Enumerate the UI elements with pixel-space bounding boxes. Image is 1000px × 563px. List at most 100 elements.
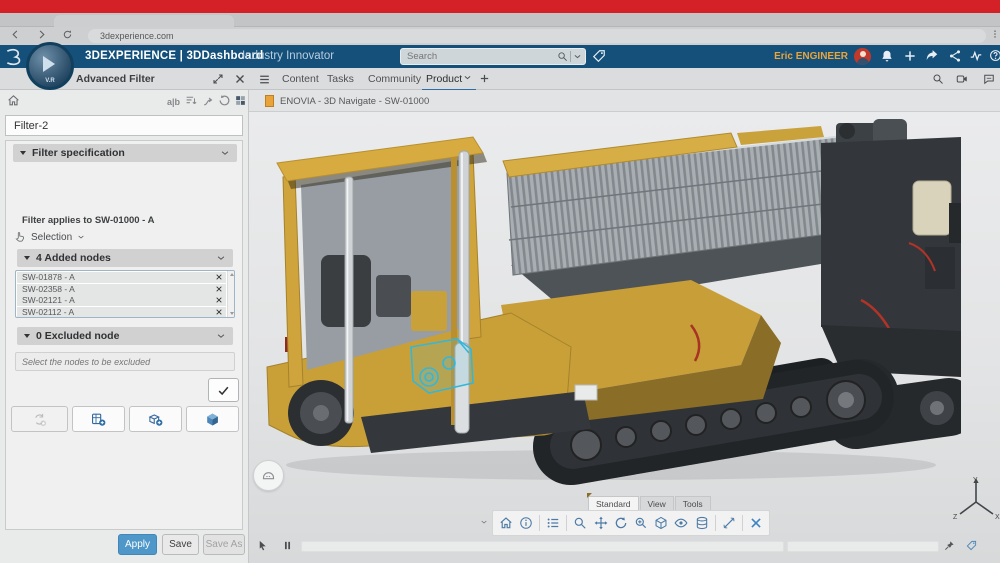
- add-3d-volume-button[interactable]: [186, 406, 239, 432]
- share-icon[interactable]: [925, 49, 939, 63]
- list-scrollbar[interactable]: [227, 271, 234, 317]
- filter-specification-header[interactable]: Filter specification: [13, 144, 237, 162]
- activity-icon[interactable]: [969, 49, 983, 63]
- share-network-icon[interactable]: [948, 49, 962, 63]
- home-view-icon[interactable]: [497, 513, 515, 534]
- browser-menu-icon[interactable]: [990, 29, 1000, 39]
- add-content-icon[interactable]: [903, 49, 917, 63]
- user-name[interactable]: Eric ENGINEER: [772, 51, 848, 62]
- viewer-title-bar[interactable]: ENOVIA - 3D Navigate - SW-01000: [249, 90, 1000, 112]
- validate-button[interactable]: [208, 378, 239, 402]
- node-label: SW-02121 - A: [22, 295, 75, 305]
- added-nodes-list[interactable]: SW-01878 - A SW-02358 - A SW-02121 - A S…: [15, 270, 235, 318]
- help-icon[interactable]: [989, 49, 1000, 62]
- highlighted-part[interactable]: [411, 339, 473, 393]
- assistant-button[interactable]: [253, 460, 284, 491]
- search-chevron-icon[interactable]: [573, 52, 582, 61]
- browser-tab-strip[interactable]: [0, 13, 1000, 27]
- url-field[interactable]: 3dexperience.com: [88, 29, 986, 43]
- machine-3d-model[interactable]: [261, 115, 961, 495]
- toolbar-tab-standard[interactable]: Standard: [588, 496, 639, 511]
- tab-product[interactable]: Product: [426, 73, 462, 85]
- exit-tool-icon[interactable]: [747, 513, 765, 534]
- remove-node-icon[interactable]: [215, 308, 223, 316]
- filter-body: Filter specification Filter applies to S…: [5, 140, 243, 530]
- toolbar-collapse-icon[interactable]: [480, 518, 488, 526]
- info-icon[interactable]: [517, 513, 535, 534]
- select-cursor-icon[interactable]: [257, 540, 268, 551]
- section-chevron-icon[interactable]: [220, 148, 230, 158]
- tab-community[interactable]: Community: [368, 73, 421, 85]
- added-nodes-header[interactable]: 4 Added nodes: [17, 249, 233, 267]
- page-search-icon[interactable]: [932, 73, 944, 85]
- search-icon[interactable]: [557, 51, 568, 62]
- link-icon[interactable]: [202, 94, 215, 107]
- notifications-icon[interactable]: [880, 49, 894, 63]
- node-row[interactable]: SW-02112 - A: [17, 307, 226, 318]
- tab-content[interactable]: Content: [282, 73, 319, 85]
- axis-triad: Y X Z: [952, 474, 1000, 530]
- global-search[interactable]: [400, 48, 586, 65]
- status-strip-right: [787, 541, 939, 552]
- widget-expand-icon[interactable]: [212, 73, 224, 85]
- section-chevron-icon[interactable]: [216, 253, 226, 263]
- selection-chevron-icon[interactable]: [77, 233, 85, 241]
- 3dexperience-compass[interactable]: V.R: [26, 42, 74, 90]
- add-tab-icon[interactable]: [479, 73, 490, 84]
- home-icon[interactable]: [7, 94, 20, 107]
- media-icon[interactable]: [956, 73, 968, 85]
- model-tree-icon[interactable]: [544, 513, 562, 534]
- pan-icon[interactable]: [592, 513, 610, 534]
- apply-button[interactable]: Apply: [118, 534, 157, 555]
- rename-icon[interactable]: a|b: [167, 97, 180, 107]
- remove-node-icon[interactable]: [215, 296, 223, 304]
- sort-filter-icon[interactable]: [185, 94, 198, 107]
- brand-title: 3DEXPERIENCE | 3DDashboard: [85, 50, 263, 62]
- viewer-toolbar: [492, 510, 770, 536]
- widget-close-icon[interactable]: [234, 73, 246, 85]
- toolbar-tab-tools[interactable]: Tools: [675, 496, 711, 511]
- section-chevron-icon[interactable]: [216, 331, 226, 341]
- tab-tasks[interactable]: Tasks: [327, 73, 354, 85]
- browser-reload-icon[interactable]: [62, 29, 73, 40]
- excluded-nodes-input[interactable]: [15, 352, 235, 371]
- visibility-swap-icon[interactable]: [672, 513, 690, 534]
- compass-play-icon[interactable]: [43, 56, 55, 72]
- zoom-icon[interactable]: [571, 513, 589, 534]
- tag-tool-icon[interactable]: [966, 540, 977, 551]
- node-row[interactable]: SW-02358 - A: [17, 284, 226, 295]
- browser-back-icon[interactable]: [10, 29, 21, 40]
- browser-forward-icon[interactable]: [36, 29, 47, 40]
- measure-icon[interactable]: [720, 513, 738, 534]
- zoom-area-icon[interactable]: [632, 513, 650, 534]
- grid-view-icon[interactable]: [234, 94, 247, 107]
- user-avatar[interactable]: [854, 48, 871, 65]
- pause-icon[interactable]: [282, 540, 293, 551]
- excluded-nodes-header[interactable]: 0 Excluded node: [17, 327, 233, 345]
- iso-view-cube-icon[interactable]: [652, 513, 670, 534]
- selection-dropdown[interactable]: Selection: [14, 231, 85, 243]
- save-button[interactable]: Save: [162, 534, 199, 555]
- browser-tab[interactable]: [54, 15, 234, 27]
- reset-icon[interactable]: [218, 94, 231, 107]
- toolbar-tab-view[interactable]: View: [640, 496, 674, 511]
- remove-node-icon[interactable]: [215, 273, 223, 281]
- node-row[interactable]: SW-02121 - A: [17, 295, 226, 306]
- 3d-viewport[interactable]: Standard View Tools: [249, 112, 1000, 563]
- tab-chevron-icon[interactable]: [463, 73, 472, 82]
- remove-node-icon[interactable]: [215, 285, 223, 293]
- dashboard-menu-icon[interactable]: [258, 73, 271, 86]
- rotate-icon[interactable]: [612, 513, 630, 534]
- data-source-icon[interactable]: [693, 513, 711, 534]
- filter-name-field[interactable]: [5, 115, 243, 136]
- pin-icon[interactable]: [944, 540, 955, 551]
- comments-icon[interactable]: [983, 73, 995, 85]
- add-related-button[interactable]: [11, 406, 68, 432]
- add-from-box-button[interactable]: [129, 406, 182, 432]
- node-row[interactable]: SW-01878 - A: [17, 272, 226, 283]
- search-input[interactable]: [401, 51, 557, 62]
- collapse-caret-icon: [24, 334, 30, 338]
- add-from-list-button[interactable]: [72, 406, 125, 432]
- 6wtags-icon[interactable]: [592, 49, 606, 63]
- save-as-button[interactable]: Save As: [203, 534, 245, 555]
